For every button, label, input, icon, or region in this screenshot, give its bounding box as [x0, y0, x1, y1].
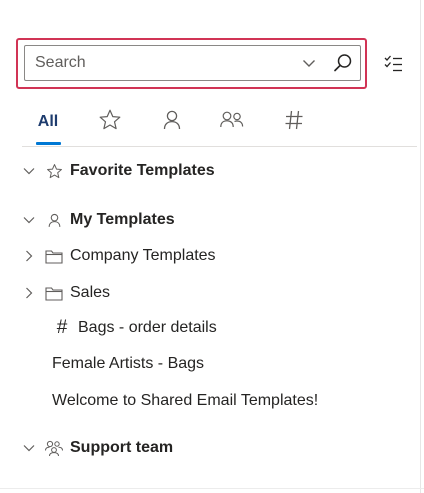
tree-section-favorites[interactable]: Favorite Templates — [22, 159, 215, 183]
tree-item-welcome-shared-email-templates[interactable]: Welcome to Shared Email Templates! — [52, 389, 318, 413]
tree-folder-company-templates-label: Company Templates — [70, 247, 216, 264]
checklist-icon — [384, 55, 402, 72]
tab-my-templates[interactable] — [158, 106, 186, 134]
chevron-right-icon — [26, 287, 33, 299]
hash-icon — [285, 110, 303, 130]
tree-item-welcome-label: Welcome to Shared Email Templates! — [52, 392, 319, 409]
chevron-down-icon — [303, 60, 315, 67]
active-tab-indicator — [36, 142, 61, 145]
tab-all-label: All — [37, 113, 59, 130]
templates-pane: All — [0, 0, 424, 493]
search-icon — [334, 54, 352, 72]
tree-section-my-templates[interactable]: My Templates — [22, 208, 175, 232]
tab-hashtags[interactable] — [280, 106, 308, 134]
hash-icon: # — [56, 317, 68, 338]
tab-all[interactable]: All — [32, 108, 64, 136]
tree-folder-sales-label: Sales — [70, 284, 111, 301]
folder-icon — [45, 249, 63, 264]
tree-folder-sales[interactable]: Sales — [22, 281, 110, 305]
search-input[interactable] — [35, 53, 285, 73]
tab-shared-templates[interactable] — [217, 106, 247, 134]
tree-section-my-templates-label: My Templates — [70, 211, 175, 228]
search-button[interactable] — [332, 52, 354, 74]
tree-item-female-artists-bags-label: Female Artists - Bags — [52, 355, 205, 372]
tabs-divider — [22, 146, 417, 147]
options-list-button[interactable] — [382, 53, 404, 75]
star-icon — [46, 163, 62, 178]
team-icon — [45, 440, 63, 457]
chevron-down-icon — [23, 168, 35, 175]
tree-item-bags-order-details[interactable]: # Bags - order details — [52, 316, 217, 340]
tree-section-support-team-label: Support team — [70, 439, 174, 456]
tree-item-female-artists-bags[interactable]: Female Artists - Bags — [52, 352, 204, 376]
tab-favorites[interactable] — [96, 106, 124, 134]
person-icon — [48, 213, 60, 227]
tree-folder-company-templates[interactable]: Company Templates — [22, 244, 216, 268]
search-box[interactable] — [24, 45, 361, 81]
pane-right-border — [420, 0, 421, 493]
pane-bottom-border — [0, 488, 424, 489]
chevron-down-icon — [23, 445, 35, 452]
tree-section-support-team[interactable]: Support team — [22, 436, 173, 460]
search-dropdown-button[interactable] — [300, 54, 318, 72]
person-icon — [163, 110, 181, 130]
chevron-down-icon — [23, 217, 35, 224]
chevron-right-icon — [26, 250, 33, 262]
tree-item-bags-order-details-label: Bags - order details — [78, 319, 217, 336]
tree-section-favorites-label: Favorite Templates — [70, 162, 215, 179]
people-icon — [220, 111, 244, 128]
folder-icon — [45, 286, 63, 301]
star-icon — [99, 109, 121, 130]
